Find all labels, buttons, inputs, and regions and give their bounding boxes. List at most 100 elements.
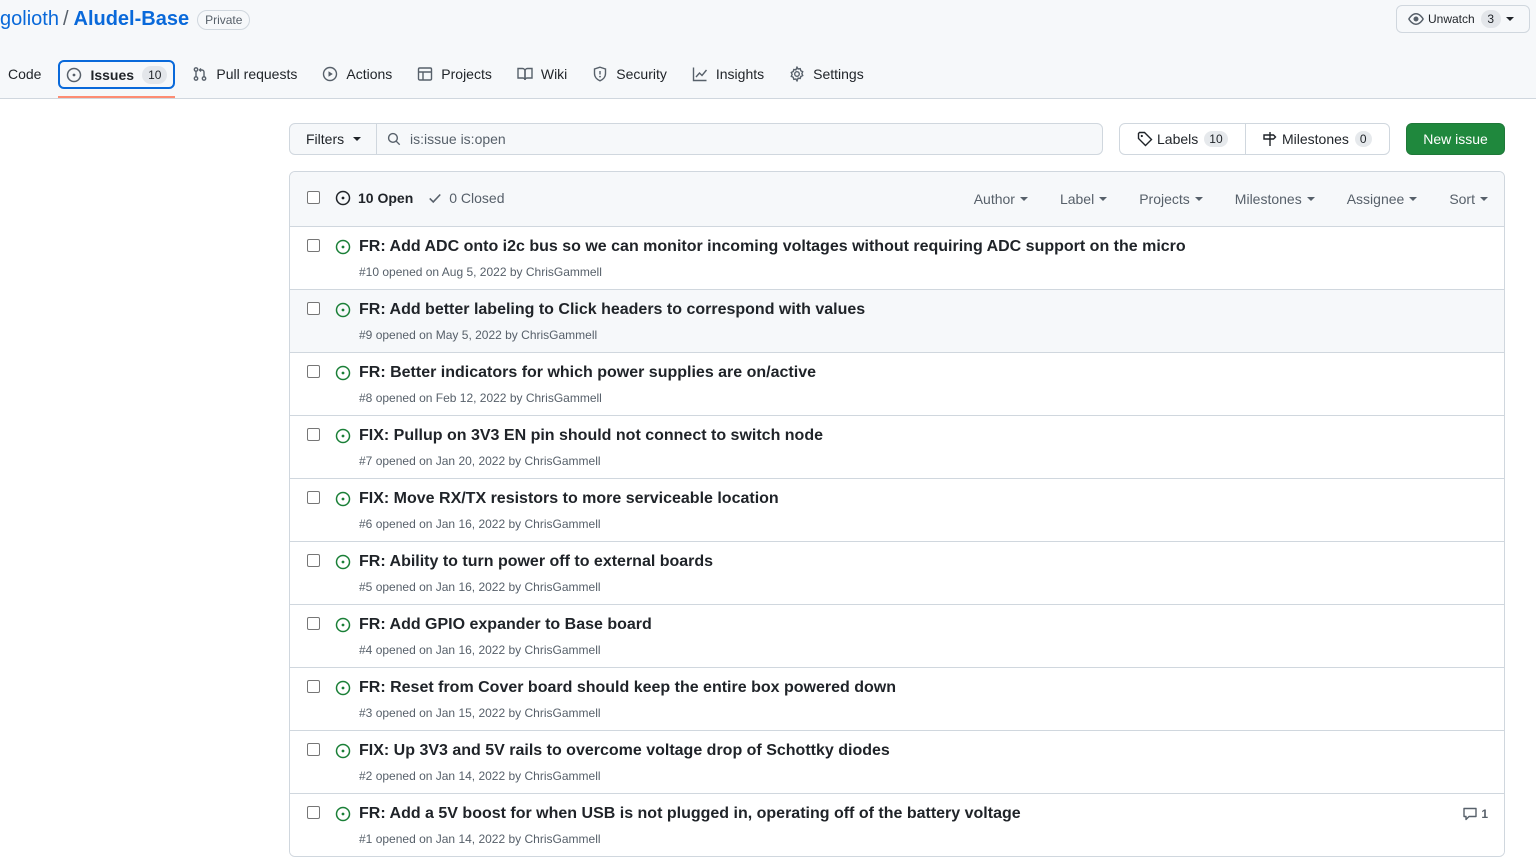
filter-label: Projects xyxy=(1139,191,1190,207)
issue-author-link[interactable]: ChrisGammell xyxy=(525,517,601,531)
unwatch-button[interactable]: Unwatch 3 xyxy=(1396,5,1530,33)
issue-author-link[interactable]: ChrisGammell xyxy=(521,328,597,342)
tag-icon xyxy=(1137,131,1153,147)
labels-label: Labels xyxy=(1157,131,1199,147)
issue-checkbox[interactable] xyxy=(307,554,320,567)
issue-row[interactable]: FR: Add GPIO expander to Base board #4 o… xyxy=(290,605,1504,668)
issue-title-link[interactable]: FIX: Pullup on 3V3 EN pin should not con… xyxy=(359,427,823,445)
issue-checkbox[interactable] xyxy=(307,239,320,252)
tab-wiki[interactable]: Wiki xyxy=(509,58,575,90)
issue-checkbox[interactable] xyxy=(307,806,320,819)
tab-label: Wiki xyxy=(540,66,568,82)
projects-filter[interactable]: Projects xyxy=(1139,191,1203,207)
issue-meta: #6 opened on Jan 16, 2022 by ChrisGammel… xyxy=(359,517,601,531)
issue-row[interactable]: FIX: Pullup on 3V3 EN pin should not con… xyxy=(290,416,1504,479)
issue-row[interactable]: FR: Add better labeling to Click headers… xyxy=(290,290,1504,353)
issue-opened-icon xyxy=(335,743,351,759)
issues-search xyxy=(376,123,1103,155)
filter-label: Assignee xyxy=(1346,191,1405,207)
issue-row[interactable]: FR: Reset from Cover board should keep t… xyxy=(290,668,1504,731)
repo-owner-link[interactable]: golioth xyxy=(0,8,59,31)
issue-opened-icon xyxy=(335,806,351,822)
issue-checkbox[interactable] xyxy=(307,428,320,441)
tab-label: Code xyxy=(8,66,42,82)
issue-title-link[interactable]: FR: Ability to turn power off to externa… xyxy=(359,553,713,571)
tab-label: Settings xyxy=(813,66,864,82)
issue-opened-icon xyxy=(335,302,351,318)
filter-label: Milestones xyxy=(1234,191,1302,207)
search-input[interactable] xyxy=(410,131,1010,147)
issue-checkbox[interactable] xyxy=(307,617,320,630)
open-issues-link[interactable]: 10 Open xyxy=(335,190,413,206)
issue-opened-text: opened on May 5, 2022 by xyxy=(375,328,518,342)
issue-author-link[interactable]: ChrisGammell xyxy=(525,769,601,783)
issue-row[interactable]: FR: Better indicators for which power su… xyxy=(290,353,1504,416)
issue-title-link[interactable]: FIX: Move RX/TX resistors to more servic… xyxy=(359,490,779,508)
new-issue-button[interactable]: New issue xyxy=(1406,123,1505,155)
issue-author-link[interactable]: ChrisGammell xyxy=(525,580,601,594)
repo-name-link[interactable]: Aludel-Base xyxy=(74,8,190,31)
issue-title-link[interactable]: FIX: Up 3V3 and 5V rails to overcome vol… xyxy=(359,742,890,760)
tab-pull-requests[interactable]: Pull requests xyxy=(184,58,305,90)
issue-opened-text: opened on Jan 20, 2022 by xyxy=(375,454,522,468)
author-filter[interactable]: Author xyxy=(974,191,1028,207)
issue-opened-icon xyxy=(335,428,351,444)
sort-filter[interactable]: Sort xyxy=(1449,191,1488,207)
select-all-checkbox[interactable] xyxy=(307,191,320,204)
shield-icon xyxy=(594,66,607,82)
labels-button[interactable]: Labels 10 xyxy=(1119,123,1246,155)
issue-title-link[interactable]: FR: Add better labeling to Click headers… xyxy=(359,301,865,319)
issue-number: #7 xyxy=(359,454,373,468)
issue-number: #2 xyxy=(359,769,373,783)
issue-row[interactable]: FR: Add a 5V boost for when USB is not p… xyxy=(290,794,1504,856)
issue-checkbox[interactable] xyxy=(307,302,320,315)
issue-opened-icon xyxy=(335,554,351,570)
repo-title: golioth / Aludel-Base Private xyxy=(0,8,251,31)
issue-title-link[interactable]: FR: Add a 5V boost for when USB is not p… xyxy=(359,805,1021,823)
issue-row[interactable]: FR: Ability to turn power off to externa… xyxy=(290,542,1504,605)
tab-insights[interactable]: Insights xyxy=(684,58,772,90)
issue-meta: #9 opened on May 5, 2022 by ChrisGammell xyxy=(359,328,597,342)
issue-author-link[interactable]: ChrisGammell xyxy=(525,706,601,720)
issue-checkbox[interactable] xyxy=(307,743,320,756)
issue-opened-text: opened on Jan 16, 2022 by xyxy=(375,643,522,657)
issue-row[interactable]: FIX: Up 3V3 and 5V rails to overcome vol… xyxy=(290,731,1504,794)
issue-author-link[interactable]: ChrisGammell xyxy=(525,643,601,657)
closed-issues-link[interactable]: 0 Closed xyxy=(428,190,505,206)
milestones-filter[interactable]: Milestones xyxy=(1235,191,1315,207)
chevron-down-icon xyxy=(1505,17,1514,21)
chevron-down-icon xyxy=(1099,197,1108,201)
tab-actions[interactable]: Actions xyxy=(314,58,400,90)
repo-separator: / xyxy=(62,8,69,30)
issue-title-link[interactable]: FR: Add GPIO expander to Base board xyxy=(359,616,652,634)
unwatch-label: Unwatch xyxy=(1428,12,1475,26)
tab-issues[interactable]: Issues 10 xyxy=(58,60,176,98)
issue-author-link[interactable]: ChrisGammell xyxy=(526,265,602,279)
issue-rows: FR: Add ADC onto i2c bus so we can monit… xyxy=(290,227,1504,856)
issue-title-link[interactable]: FR: Reset from Cover board should keep t… xyxy=(359,679,896,697)
issue-checkbox[interactable] xyxy=(307,491,320,504)
tab-settings[interactable]: Settings xyxy=(781,58,872,90)
comments-link[interactable]: 1 xyxy=(1462,806,1488,822)
tab-label: Actions xyxy=(346,66,393,82)
tab-projects[interactable]: Projects xyxy=(409,58,500,90)
issue-row[interactable]: FIX: Move RX/TX resistors to more servic… xyxy=(290,479,1504,542)
issue-title-link[interactable]: FR: Better indicators for which power su… xyxy=(359,364,816,382)
tab-code[interactable]: Code xyxy=(0,58,49,90)
chevron-down-icon xyxy=(353,137,362,141)
issue-title-link[interactable]: FR: Add ADC onto i2c bus so we can monit… xyxy=(359,238,1186,256)
milestones-button[interactable]: Milestones 0 xyxy=(1245,123,1390,155)
issue-checkbox[interactable] xyxy=(307,365,320,378)
issue-author-link[interactable]: ChrisGammell xyxy=(525,832,601,846)
issue-row[interactable]: FR: Add ADC onto i2c bus so we can monit… xyxy=(290,227,1504,290)
issue-checkbox[interactable] xyxy=(307,680,320,693)
issue-author-link[interactable]: ChrisGammell xyxy=(525,454,601,468)
assignee-filter[interactable]: Assignee xyxy=(1347,191,1418,207)
issue-meta: #10 opened on Aug 5, 2022 by ChrisGammel… xyxy=(359,265,602,279)
tab-security[interactable]: Security xyxy=(584,58,675,90)
filters-button[interactable]: Filters xyxy=(289,123,377,155)
issue-author-link[interactable]: ChrisGammell xyxy=(526,391,602,405)
issue-number: #8 xyxy=(359,391,373,405)
label-filter[interactable]: Label xyxy=(1060,191,1108,207)
tab-label: Projects xyxy=(441,66,492,82)
